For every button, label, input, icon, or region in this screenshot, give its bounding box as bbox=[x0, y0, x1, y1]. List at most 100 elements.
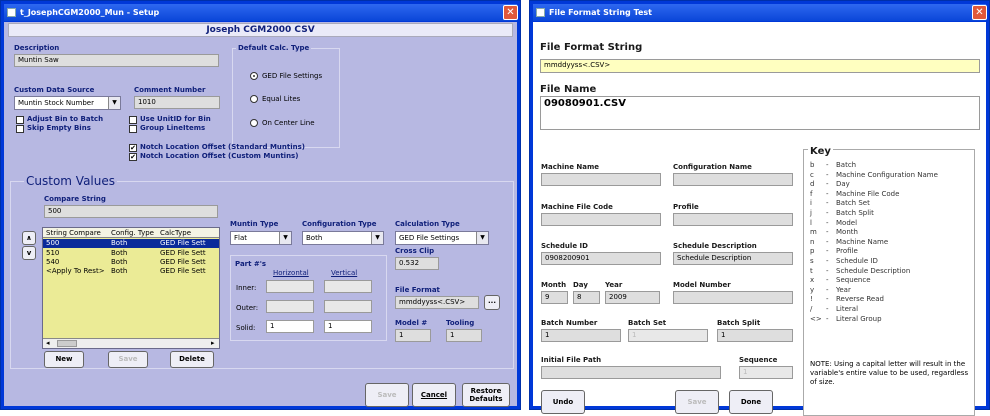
cross-clip-field[interactable]: 0.532 bbox=[395, 257, 439, 270]
notch-standard-checkbox[interactable]: ✔ bbox=[129, 144, 137, 152]
key-item: j - Batch Split bbox=[810, 209, 874, 218]
key-meaning: Reverse Read bbox=[836, 295, 884, 304]
schedule-desc-label: Schedule Description bbox=[673, 242, 757, 250]
key-item: t - Schedule Description bbox=[810, 267, 910, 276]
col-header-config[interactable]: Config. Type bbox=[111, 229, 154, 237]
key-code: ! bbox=[810, 295, 813, 304]
year-field[interactable]: 2009 bbox=[605, 291, 660, 304]
key-dash: - bbox=[826, 305, 829, 313]
undo-button[interactable]: Undo bbox=[541, 390, 585, 414]
file-format-field[interactable]: mmddyyss<.CSV> bbox=[395, 296, 479, 309]
batch-number-field[interactable]: 1 bbox=[541, 329, 621, 342]
adjust-bin-label: Adjust Bin to Batch bbox=[27, 115, 104, 123]
row-string: 540 bbox=[46, 258, 60, 266]
calc-radio-center[interactable] bbox=[250, 119, 258, 127]
inner-horizontal-field[interactable] bbox=[266, 280, 314, 293]
profile-field[interactable] bbox=[673, 213, 793, 226]
config-name-field[interactable] bbox=[673, 173, 793, 186]
day-field[interactable]: 8 bbox=[573, 291, 600, 304]
save-button[interactable]: Save bbox=[108, 351, 148, 368]
row-string: 510 bbox=[46, 249, 60, 257]
format-test-close-button[interactable]: ✕ bbox=[972, 5, 987, 20]
model-label: Model # bbox=[395, 319, 428, 327]
solid-horizontal-field[interactable]: 1 bbox=[266, 320, 314, 333]
ffs-field[interactable]: mmddyyss<.CSV> bbox=[540, 59, 980, 73]
calc-type-select[interactable]: GED File Settings ▼ bbox=[395, 231, 489, 245]
solid-vertical-field[interactable]: 1 bbox=[324, 320, 372, 333]
notch-custom-checkbox[interactable]: ✔ bbox=[129, 153, 137, 161]
save-setup-button[interactable]: Save bbox=[365, 383, 409, 407]
custom-values-grid: String Compare Config. Type CalcType 500… bbox=[42, 227, 220, 349]
unitid-checkbox[interactable] bbox=[129, 116, 137, 124]
compare-string-field[interactable]: 500 bbox=[44, 205, 218, 218]
col-header-string[interactable]: String Compare bbox=[46, 229, 101, 237]
key-dash: - bbox=[826, 285, 829, 294]
custom-source-select[interactable]: Muntin Stock Number ▼ bbox=[14, 96, 121, 110]
grid-hscrollbar[interactable]: ◂ ▸ bbox=[43, 338, 219, 348]
file-format-browse-button[interactable]: ... bbox=[484, 295, 500, 310]
initial-path-field[interactable] bbox=[541, 366, 721, 379]
skip-bins-checkbox[interactable] bbox=[16, 125, 24, 133]
batch-split-field[interactable]: 1 bbox=[717, 329, 793, 342]
key-meaning: Schedule Description bbox=[836, 266, 911, 275]
custom-source-value: Muntin Stock Number bbox=[18, 99, 94, 107]
muntin-type-select[interactable]: Flat ▼ bbox=[230, 231, 292, 245]
calc-radio-equal[interactable] bbox=[250, 95, 258, 103]
key-item: ! - Reverse Read bbox=[810, 295, 884, 304]
config-type-select[interactable]: Both ▼ bbox=[302, 231, 384, 245]
key-item: f - Machine File Code bbox=[810, 190, 899, 199]
chevron-down-icon: ▼ bbox=[108, 97, 120, 109]
setup-title-bar: t_JosephCGM2000_Mun - Setup bbox=[4, 4, 517, 21]
table-row[interactable]: <Apply To Rest> Both GED File Sett bbox=[43, 267, 219, 276]
month-field[interactable]: 9 bbox=[541, 291, 568, 304]
fname-value: 09080901.CSV bbox=[544, 98, 626, 109]
machine-name-field[interactable] bbox=[541, 173, 661, 186]
group-lineitems-checkbox[interactable] bbox=[129, 125, 137, 133]
col-header-calc[interactable]: CalcType bbox=[160, 229, 191, 237]
machine-file-field[interactable] bbox=[541, 213, 661, 226]
batch-set-field[interactable]: 1 bbox=[628, 329, 708, 342]
tooling-field[interactable]: 1 bbox=[446, 329, 482, 342]
fname-label: File Name bbox=[540, 84, 597, 95]
table-row[interactable]: 500 Both GED File Sett bbox=[43, 239, 219, 248]
adjust-bin-checkbox[interactable] bbox=[16, 116, 24, 124]
calc-radio-ged[interactable] bbox=[250, 72, 258, 80]
done-button[interactable]: Done bbox=[729, 390, 773, 414]
key-dash: - bbox=[826, 314, 829, 323]
model-field[interactable]: 1 bbox=[395, 329, 431, 342]
inner-vertical-field[interactable] bbox=[324, 280, 372, 293]
outer-horizontal-field[interactable] bbox=[266, 300, 314, 313]
new-button[interactable]: New bbox=[44, 351, 84, 368]
key-dash: - bbox=[826, 161, 829, 169]
sequence-field[interactable]: 1 bbox=[739, 366, 793, 379]
table-row[interactable]: 540 Both GED File Sett bbox=[43, 258, 219, 267]
setup-header: Joseph CGM2000 CSV bbox=[8, 23, 513, 37]
move-down-button[interactable]: v bbox=[22, 246, 36, 260]
key-item: <> - Literal Group bbox=[810, 315, 882, 324]
setup-close-button[interactable]: ✕ bbox=[503, 5, 518, 20]
scroll-thumb[interactable] bbox=[57, 340, 77, 347]
save-test-button[interactable]: Save bbox=[675, 390, 719, 414]
row-config: Both bbox=[111, 249, 128, 257]
calc-type-value: GED File Settings bbox=[399, 234, 460, 242]
cancel-button[interactable]: Cancel bbox=[412, 383, 456, 407]
scroll-left-icon[interactable]: ◂ bbox=[46, 339, 50, 347]
key-item: p - Profile bbox=[810, 247, 858, 256]
description-field[interactable]: Muntin Saw bbox=[14, 54, 219, 67]
key-dash: - bbox=[826, 218, 829, 227]
comment-field[interactable]: 1010 bbox=[134, 96, 220, 109]
scroll-right-icon[interactable]: ▸ bbox=[211, 339, 215, 347]
move-up-button[interactable]: ∧ bbox=[22, 231, 36, 245]
config-type-label: Configuration Type bbox=[302, 220, 377, 228]
schedule-id-field[interactable]: 0908200901 bbox=[541, 252, 661, 265]
schedule-desc-field[interactable]: Schedule Description bbox=[673, 252, 793, 265]
key-item: s - Schedule ID bbox=[810, 257, 878, 266]
row-calc: GED File Sett bbox=[160, 258, 206, 266]
model-number-field[interactable] bbox=[673, 291, 793, 304]
outer-vertical-field[interactable] bbox=[324, 300, 372, 313]
key-dash: - bbox=[826, 257, 829, 265]
restore-defaults-button[interactable]: Restore Defaults bbox=[462, 383, 510, 407]
key-dash: - bbox=[826, 199, 829, 208]
delete-button[interactable]: Delete bbox=[170, 351, 214, 368]
table-row[interactable]: 510 Both GED File Sett bbox=[43, 249, 219, 258]
